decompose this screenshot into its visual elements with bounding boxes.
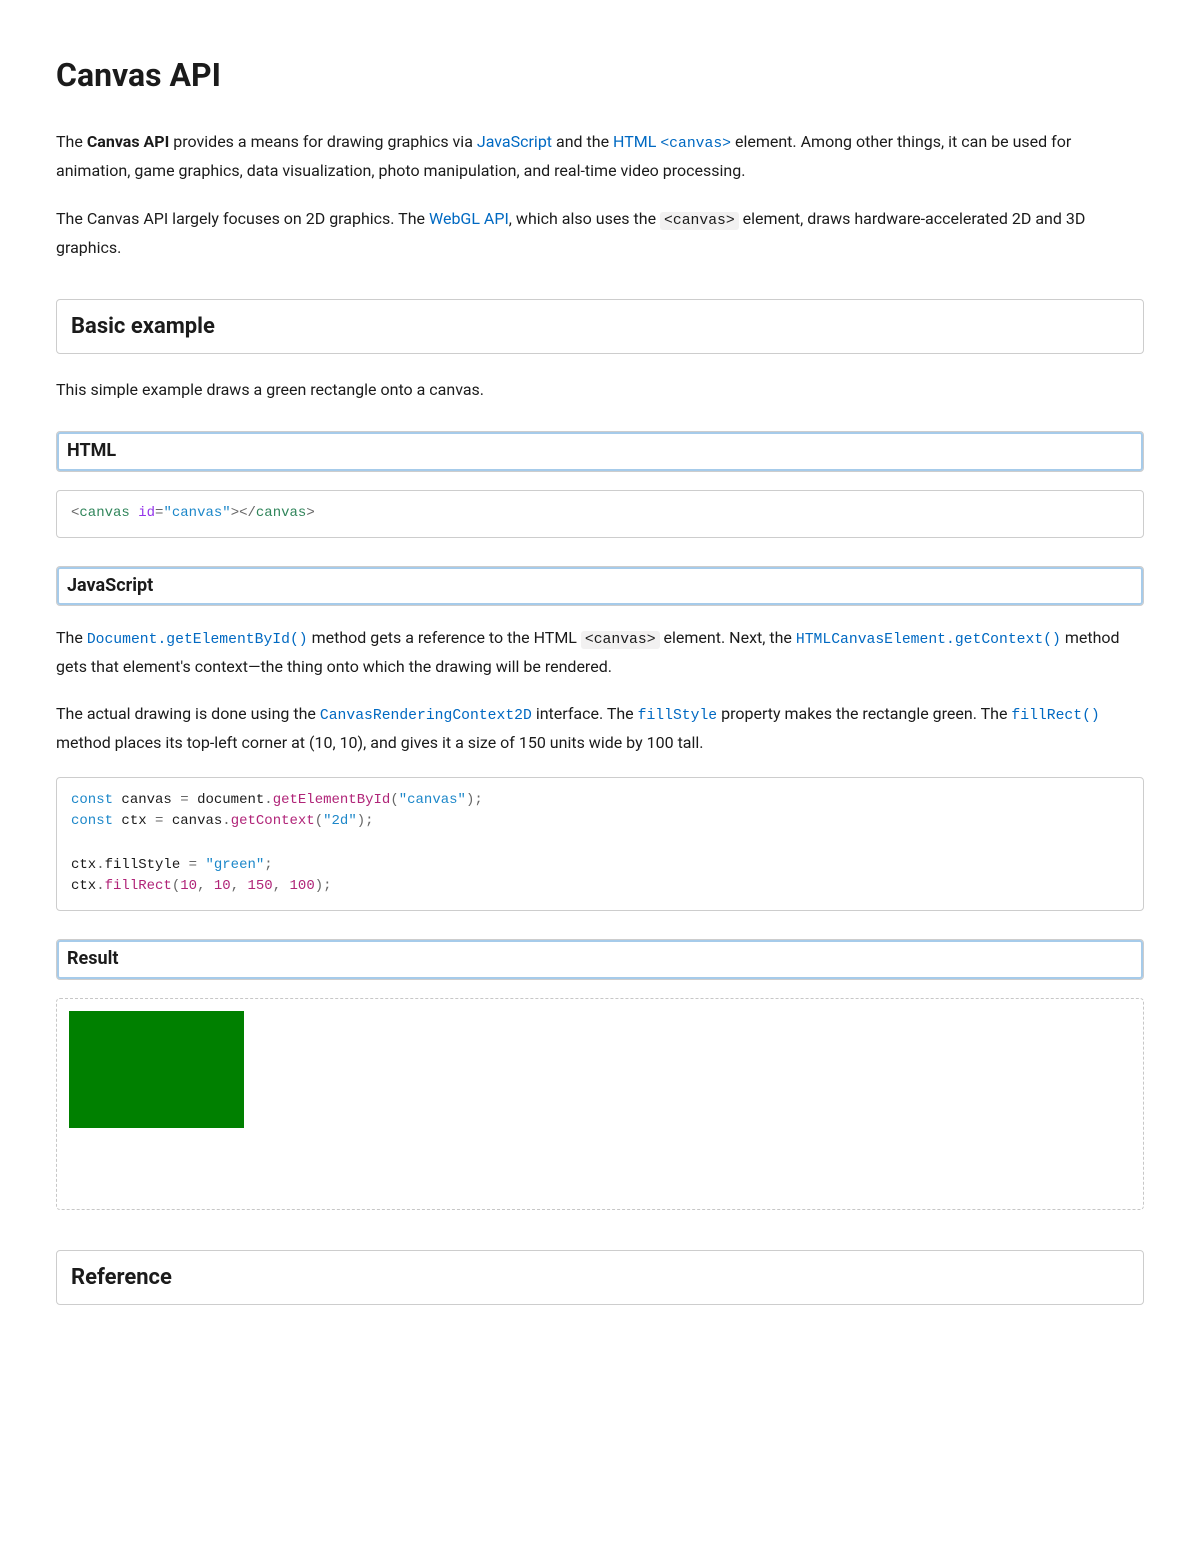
html-subheading: HTML	[56, 431, 1144, 472]
code-token: );	[315, 878, 332, 894]
code-token: 100	[290, 878, 315, 894]
js-code-block: const canvas = document.getElementById("…	[56, 777, 1144, 911]
canvas-code: <canvas>	[581, 631, 660, 649]
text: provides a means for drawing graphics vi…	[169, 132, 477, 151]
code-token: ,	[197, 878, 214, 894]
code-token: "	[163, 505, 171, 521]
text: element. Next, the	[660, 628, 796, 647]
text: The actual drawing is done using the	[56, 704, 320, 723]
code-token: .	[96, 857, 104, 873]
intro-paragraph-2: The Canvas API largely focuses on 2D gra…	[56, 205, 1144, 261]
code-token: ,	[273, 878, 290, 894]
code-token: canvas	[172, 505, 222, 521]
code-token: "	[348, 813, 356, 829]
fillstyle-link[interactable]: fillStyle	[638, 704, 718, 723]
code-token: </	[239, 505, 256, 521]
html-link[interactable]: HTML	[613, 132, 656, 151]
code-token: >	[306, 505, 314, 521]
getcontext-link[interactable]: HTMLCanvasElement.getContext()	[796, 628, 1061, 647]
javascript-link[interactable]: JavaScript	[477, 132, 552, 151]
code: fillRect()	[1011, 708, 1099, 724]
code-token: canvas	[79, 505, 129, 521]
code-token: canvas	[121, 792, 171, 808]
code-token: document	[197, 792, 264, 808]
text: The Canvas API largely focuses on 2D gra…	[56, 209, 429, 228]
canvas-api-bold: Canvas API	[87, 132, 169, 151]
fillrect-link[interactable]: fillRect()	[1011, 704, 1099, 723]
code-token: 150	[248, 878, 273, 894]
code-token	[130, 505, 138, 521]
html-code-block: <canvas id="canvas"></canvas>	[56, 490, 1144, 538]
text: interface. The	[532, 704, 638, 723]
intro-paragraph-1: The Canvas API provides a means for draw…	[56, 128, 1144, 184]
result-green-rectangle	[69, 1011, 244, 1128]
code-token: ;	[264, 857, 272, 873]
code-token: "	[205, 857, 213, 873]
code: HTMLCanvasElement.getContext()	[796, 632, 1061, 648]
code-token: =	[180, 857, 205, 873]
code-token: =	[172, 792, 197, 808]
code: CanvasRenderingContext2D	[320, 708, 532, 724]
javascript-subheading: JavaScript	[56, 566, 1144, 607]
js-paragraph-2: The actual drawing is done using the Can…	[56, 700, 1144, 756]
code-token: "	[222, 505, 230, 521]
result-subheading: Result	[56, 939, 1144, 980]
code-token: "	[323, 813, 331, 829]
canvas-code: <canvas>	[660, 212, 739, 230]
code-token: canvas	[256, 505, 306, 521]
text: property makes the rectangle green. The	[717, 704, 1011, 723]
code-token: fillRect	[105, 878, 172, 894]
code-token: fillStyle	[105, 857, 181, 873]
code-token: ctx	[121, 813, 146, 829]
code-token: getElementById	[273, 792, 391, 808]
code-token: ctx	[71, 857, 96, 873]
text: , which also uses the	[509, 209, 660, 228]
canvas-element-link[interactable]: <canvas>	[660, 132, 731, 151]
code-token: id	[138, 505, 155, 521]
code-token: const	[71, 792, 113, 808]
text: method gets a reference to the HTML	[308, 628, 581, 647]
code-token: const	[71, 813, 113, 829]
text: and the	[552, 132, 613, 151]
page-title: Canvas API	[56, 48, 1144, 102]
canvas-element-code: <canvas>	[660, 136, 731, 152]
code-token: .	[222, 813, 230, 829]
code-token: 10	[180, 878, 197, 894]
code-token: 10	[214, 878, 231, 894]
code-token: );	[357, 813, 374, 829]
code-token: (	[315, 813, 323, 829]
code-token: (	[172, 878, 180, 894]
context2d-link[interactable]: CanvasRenderingContext2D	[320, 704, 532, 723]
code-token: 2d	[332, 813, 349, 829]
text: The	[56, 132, 87, 151]
code-token: >	[231, 505, 239, 521]
code-token: "	[458, 792, 466, 808]
result-output-frame	[56, 998, 1144, 1210]
code-token: canvas	[407, 792, 457, 808]
text: The	[56, 628, 87, 647]
basic-example-heading: Basic example	[56, 299, 1144, 354]
text: method places its top-left corner at (10…	[56, 733, 704, 752]
code: Document.getElementById()	[87, 632, 308, 648]
getelementbyid-link[interactable]: Document.getElementById()	[87, 628, 308, 647]
code-token: =	[147, 813, 172, 829]
code-token: ,	[231, 878, 248, 894]
code-token: getContext	[231, 813, 315, 829]
code-token: .	[96, 878, 104, 894]
reference-heading: Reference	[56, 1250, 1144, 1305]
code-token: );	[466, 792, 483, 808]
basic-example-description: This simple example draws a green rectan…	[56, 376, 1144, 403]
code-token: (	[390, 792, 398, 808]
code-token: ctx	[71, 878, 96, 894]
code: fillStyle	[638, 708, 718, 724]
js-paragraph-1: The Document.getElementById() method get…	[56, 624, 1144, 680]
code-token: .	[264, 792, 272, 808]
code-token: green	[214, 857, 256, 873]
code-token: "	[399, 792, 407, 808]
code-token: canvas	[172, 813, 222, 829]
webgl-api-link[interactable]: WebGL API	[429, 209, 509, 228]
